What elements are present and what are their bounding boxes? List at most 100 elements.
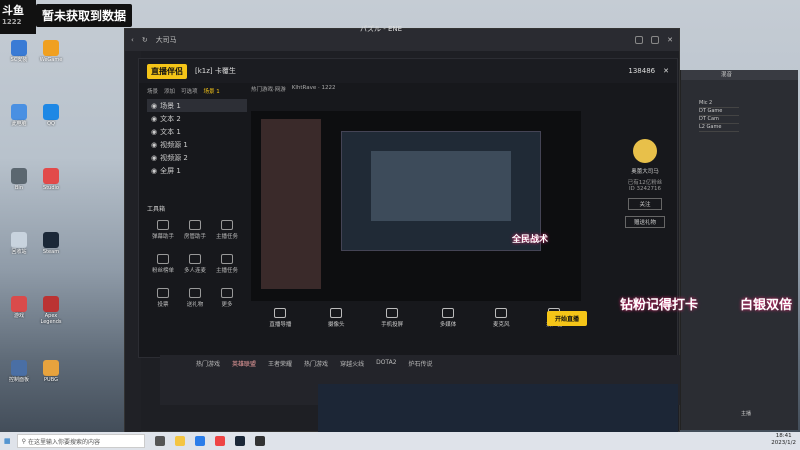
scene-row[interactable]: ◉ 全屏 1 <box>147 164 247 177</box>
avatar[interactable] <box>633 139 657 163</box>
mixer-channel[interactable]: DT Game <box>699 108 739 116</box>
category-tab[interactable]: 炉石传说 <box>409 359 433 368</box>
app-icon <box>11 168 27 184</box>
desktop-icon[interactable]: QQ <box>36 104 66 127</box>
taskbar: ▦ ⚲ 在这里输入你要搜索的内容 18:41 2023/1/2 <box>0 432 800 450</box>
desktop-icon[interactable]: 游戏 <box>4 296 34 319</box>
app-icon <box>43 104 59 120</box>
windows-start-icon[interactable]: ▦ <box>4 437 11 445</box>
tool-danmu[interactable]: 弹幕助手 <box>147 220 179 240</box>
scene-tab[interactable]: 添加 <box>164 87 175 99</box>
reload-icon[interactable]: ↻ <box>142 36 148 44</box>
mixer-header: 混音 <box>681 70 798 80</box>
scene-tab[interactable]: 场景 <box>147 87 158 99</box>
desktop-icon[interactable]: Steam <box>36 232 66 255</box>
microphone-icon <box>495 308 508 318</box>
close-icon[interactable]: ✕ <box>663 67 669 75</box>
tool-vote[interactable]: 投票 <box>147 288 179 308</box>
eye-icon[interactable]: ◉ <box>151 115 157 123</box>
room-meta: 热门游戏·网游 KlhtRave · 1222 <box>251 85 335 93</box>
maximize-icon[interactable] <box>651 36 660 44</box>
tool-room-admin[interactable]: 房管助手 <box>179 220 211 240</box>
eye-icon[interactable]: ◉ <box>151 167 157 175</box>
overlay-text-mid: 全民战术 <box>512 235 549 245</box>
tool-fans[interactable]: 粉丝榜单 <box>147 254 179 274</box>
scene-row[interactable]: ◉ 视频源 2 <box>147 151 247 164</box>
tool-more[interactable]: 更多 <box>211 288 243 308</box>
mixer-channels: Mic 2 DT Game DT Cam L2 Game <box>699 100 739 132</box>
tool-task[interactable]: 主播任务 <box>211 220 243 240</box>
follow-button[interactable]: 关注 <box>628 198 662 210</box>
scene-row[interactable]: ◉ 视频源 1 <box>147 138 247 151</box>
scene-row[interactable]: ◉ 文本 1 <box>147 125 247 138</box>
scene-tab[interactable]: 场景 1 <box>204 87 220 99</box>
clock[interactable]: 18:41 2023/1/2 <box>771 433 796 447</box>
tool-gift[interactable]: 送礼物 <box>179 288 211 308</box>
category-tab[interactable]: 英雄联盟 <box>232 359 256 368</box>
director-button[interactable]: 直播导播 <box>269 308 291 328</box>
app-icon <box>43 232 59 248</box>
category-tab[interactable]: 穿越火线 <box>340 359 364 368</box>
obs-icon[interactable] <box>254 436 265 446</box>
media-button[interactable]: 多媒体 <box>440 308 456 328</box>
fans-icon <box>157 254 169 264</box>
profile-name: 奥蕾大司马 <box>631 169 659 175</box>
mixer-channel[interactable]: Mic 2 <box>699 100 739 108</box>
phone-cast-button[interactable]: 手机投屏 <box>381 308 403 328</box>
edge-icon[interactable] <box>194 436 205 446</box>
task-icon <box>221 220 233 230</box>
tool-multi-mic[interactable]: 多人连麦 <box>179 254 211 274</box>
camera-icon <box>330 308 343 318</box>
mic-icon <box>189 254 201 264</box>
desktop-icon-label: Bin <box>15 185 23 191</box>
tools-panel: 工具箱 弹幕助手 房管助手 主播任务 粉丝榜单 多人连麦 主播任务 投票 送礼物… <box>147 204 243 344</box>
category-tab[interactable]: 热门游戏 <box>196 359 220 368</box>
desktop-icon[interactable]: Apex Legends <box>36 296 66 325</box>
media-icon <box>442 308 455 318</box>
mixer-channel[interactable]: L2 Game <box>699 124 739 132</box>
address-bar[interactable]: 大司马 <box>156 35 177 45</box>
window-title: パズル - ENE <box>360 25 403 33</box>
explorer-icon[interactable] <box>174 436 185 446</box>
scene-row[interactable]: ◉ 文本 2 <box>147 112 247 125</box>
desktop-icon[interactable]: 回收站 <box>4 232 34 255</box>
profile-followers: 已有12亿粉丝 <box>627 180 663 186</box>
desktop-icon[interactable]: 控制面板 <box>4 360 34 383</box>
steam-icon[interactable] <box>234 436 245 446</box>
eye-icon[interactable]: ◉ <box>151 141 157 149</box>
video-overlay <box>318 384 678 432</box>
app-icon[interactable] <box>214 436 225 446</box>
desktop-icon[interactable]: Studio <box>36 168 66 191</box>
gift-button[interactable]: 赠送礼物 <box>625 216 665 228</box>
room-tag: 热门游戏·网游 <box>251 87 286 93</box>
scene-tabs: 场景 添加 可选项 场景 1 <box>147 87 247 99</box>
stream-preview[interactable] <box>251 111 581 301</box>
eye-icon[interactable]: ◉ <box>151 128 157 136</box>
desktop-icon[interactable]: SC安装 <box>4 40 34 63</box>
taskbar-search[interactable]: ⚲ 在这里输入你要搜索的内容 <box>16 434 145 448</box>
live-client-window: 直播伴侣 [k1z] 卡覆生 138486 ✕ 热门游戏·网游 KlhtRave… <box>138 58 678 358</box>
app-icon <box>43 296 59 312</box>
microphone-button[interactable]: 麦克风 <box>493 308 509 328</box>
task-view-icon[interactable] <box>154 436 165 446</box>
desktop-icon[interactable]: 此电脑 <box>4 104 34 127</box>
mixer-master: 主播 <box>741 411 752 417</box>
go-live-button[interactable]: 开始直播 <box>546 311 587 326</box>
camera-button[interactable]: 摄像头 <box>328 308 344 328</box>
category-tab[interactable]: DOTA2 <box>376 359 396 368</box>
close-icon[interactable]: ✕ <box>667 36 673 44</box>
back-icon[interactable]: ‹ <box>131 36 134 44</box>
category-tab[interactable]: 热门游戏 <box>304 359 328 368</box>
scene-row[interactable]: ◉ 场景 1 <box>147 99 247 112</box>
scene-panel: 场景 添加 可选项 场景 1 ◉ 场景 1 ◉ 文本 2 ◉ 文本 1 ◉ 视频源 1 … <box>147 87 247 187</box>
desktop-icon[interactable]: Bin <box>4 168 34 191</box>
scene-tab[interactable]: 可选项 <box>181 87 198 99</box>
mixer-channel[interactable]: DT Cam <box>699 116 739 124</box>
category-tab[interactable]: 王者荣耀 <box>268 359 292 368</box>
desktop-icon[interactable]: PUBG <box>36 360 66 383</box>
tool-task-2[interactable]: 主播任务 <box>211 254 243 274</box>
minimize-icon[interactable] <box>635 36 644 44</box>
eye-icon[interactable]: ◉ <box>151 154 157 162</box>
desktop-icon[interactable]: WeGame <box>36 40 66 63</box>
eye-icon[interactable]: ◉ <box>151 102 157 110</box>
